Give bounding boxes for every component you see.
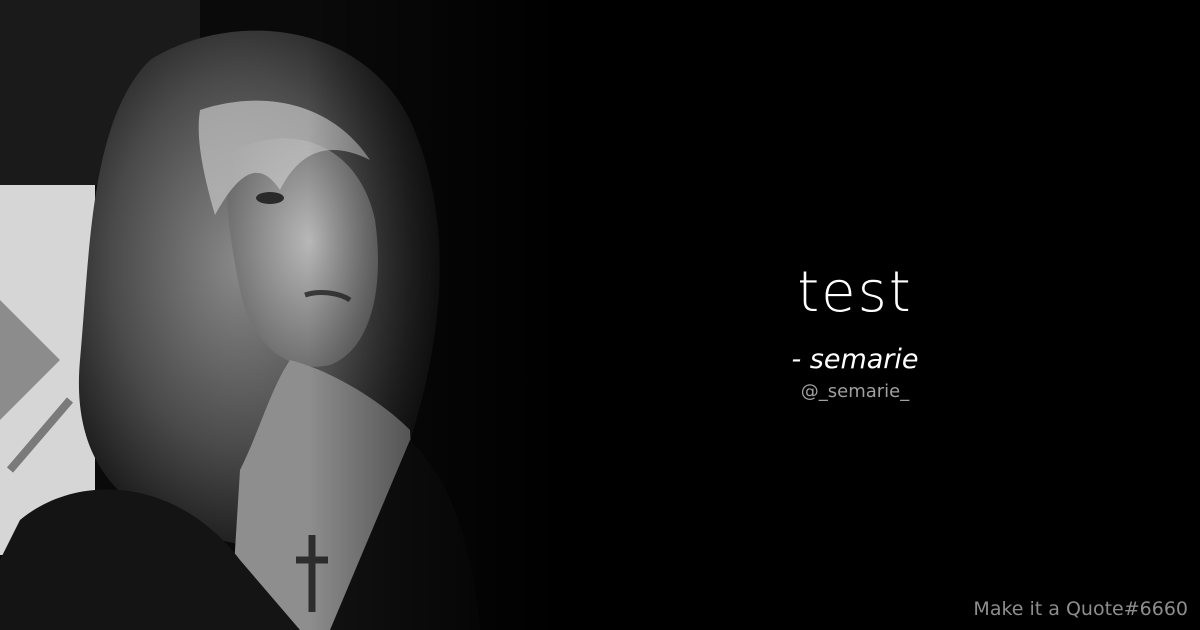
author-name: - semarie	[791, 344, 919, 375]
portrait-photo	[0, 0, 560, 630]
portrait-illustration	[0, 0, 560, 630]
watermark-label: Make it a Quote#6660	[973, 598, 1188, 620]
quote-block: test - semarie @_semarie_	[690, 255, 1020, 403]
quote-text: test	[797, 260, 913, 325]
author-handle: @_semarie_	[800, 381, 910, 402]
